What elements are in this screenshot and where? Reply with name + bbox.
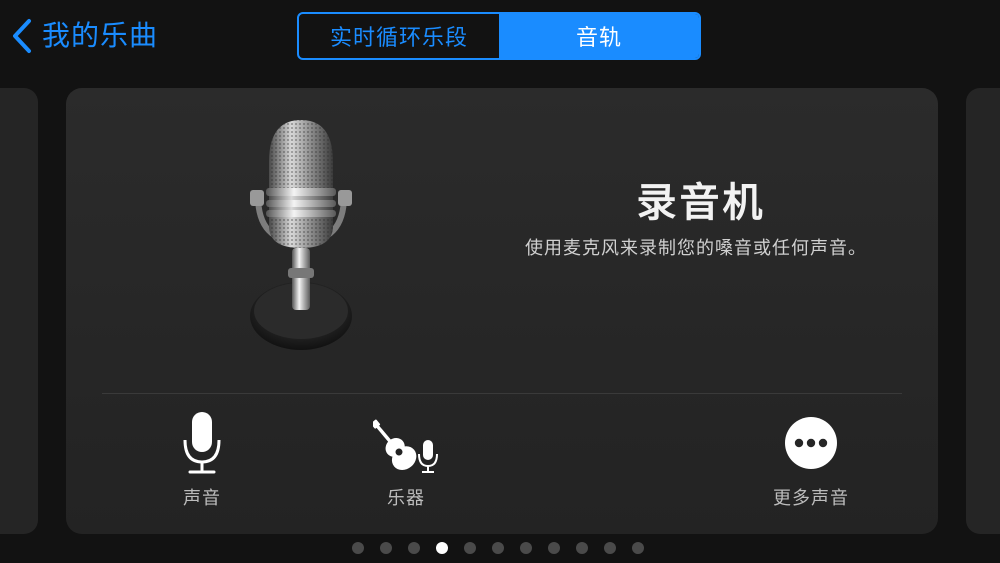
guitar-with-mic-icon xyxy=(373,410,439,476)
divider xyxy=(102,393,902,394)
instrument-option[interactable]: 乐器 xyxy=(366,410,446,510)
page-dot[interactable] xyxy=(492,542,504,554)
page-dot-current[interactable] xyxy=(436,542,448,554)
more-sounds-label: 更多声音 xyxy=(773,488,849,509)
page-dot[interactable] xyxy=(604,542,616,554)
vintage-microphone-icon xyxy=(250,120,352,350)
page-dot[interactable] xyxy=(632,542,644,554)
page-dot[interactable] xyxy=(408,542,420,554)
segment-tracks[interactable]: 音轨 xyxy=(499,14,699,58)
microphone-icon xyxy=(182,410,222,476)
page-indicator[interactable] xyxy=(352,542,644,554)
previous-instrument-card[interactable] xyxy=(0,88,38,534)
instrument-option-label: 乐器 xyxy=(387,488,425,509)
page-dot[interactable] xyxy=(352,542,364,554)
voice-option-label: 声音 xyxy=(183,488,221,509)
voice-option[interactable]: 声音 xyxy=(162,410,242,510)
more-icon xyxy=(784,410,838,476)
page-dot[interactable] xyxy=(464,542,476,554)
card-description: 使用麦克风来录制您的嗓音或任何声音。 xyxy=(525,238,867,259)
segmented-control: 实时循环乐段 音轨 xyxy=(297,12,701,60)
back-label: 我的乐曲 xyxy=(42,19,159,52)
more-sounds-option[interactable]: 更多声音 xyxy=(766,410,856,510)
chevron-left-icon xyxy=(10,18,34,54)
audio-recorder-card[interactable]: 录音机 使用麦克风来录制您的嗓音或任何声音。 声音 乐器 更多声音 xyxy=(66,88,938,534)
segment-live-loops[interactable]: 实时循环乐段 xyxy=(299,14,499,58)
page-dot[interactable] xyxy=(380,542,392,554)
screen: 我的乐曲 实时循环乐段 音轨 录音机 使用麦克风来录制您的嗓音或任何声音。 声音… xyxy=(0,0,1000,563)
back-button[interactable]: 我的乐曲 xyxy=(10,16,158,56)
page-dot[interactable] xyxy=(576,542,588,554)
page-dot[interactable] xyxy=(548,542,560,554)
next-instrument-card[interactable] xyxy=(966,88,1000,534)
page-dot[interactable] xyxy=(520,542,532,554)
card-title: 录音机 xyxy=(636,180,766,226)
